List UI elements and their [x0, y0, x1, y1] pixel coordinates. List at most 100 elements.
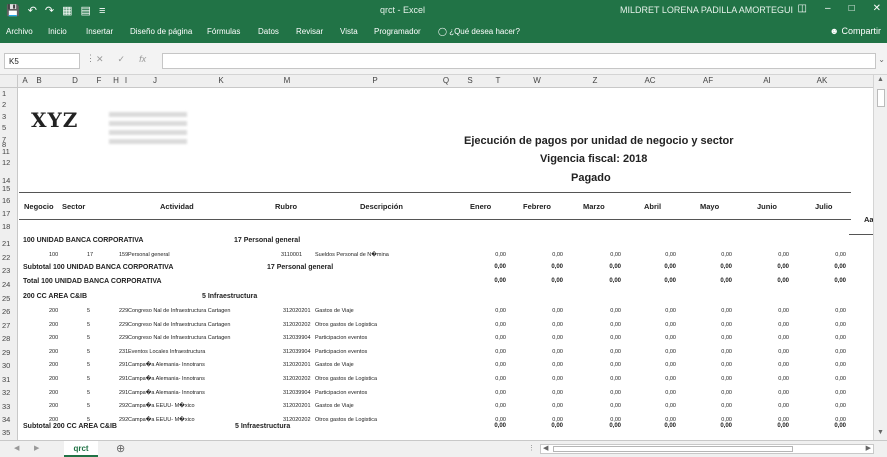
tab-split-handle[interactable]: ⋮: [528, 444, 535, 452]
row-header[interactable]: 15: [0, 184, 17, 193]
prev-sheet-icon[interactable]: ◀: [14, 444, 19, 452]
row-header[interactable]: 1: [0, 89, 17, 98]
share-button[interactable]: ☻ Compartir: [830, 26, 882, 36]
tab-revisar[interactable]: Revisar: [296, 27, 323, 36]
month-value: 0,00: [721, 321, 732, 328]
column-header[interactable]: I: [122, 76, 130, 85]
month-value: 0,00: [495, 252, 506, 258]
row-header[interactable]: 32: [0, 388, 17, 397]
name-box[interactable]: K5: [4, 53, 80, 69]
month-value: 0,00: [610, 308, 621, 314]
row-header[interactable]: 28: [0, 334, 17, 343]
column-header[interactable]: S: [464, 76, 476, 85]
month-value: 0,00: [665, 389, 676, 396]
month-value: 0,00: [720, 278, 732, 284]
row-header[interactable]: 12: [0, 158, 17, 167]
namebox-dropdown-icon[interactable]: ⋮: [86, 53, 95, 64]
row-header[interactable]: 34: [0, 415, 17, 424]
row-header[interactable]: 33: [0, 402, 17, 411]
horizontal-scrollbar[interactable]: ◀ ▶: [540, 444, 874, 454]
formula-input[interactable]: [162, 53, 876, 69]
row-header[interactable]: 24: [0, 280, 17, 289]
scroll-right-icon[interactable]: ▶: [866, 444, 871, 452]
minimize-icon[interactable]: –: [825, 3, 831, 14]
column-header[interactable]: AI: [760, 76, 774, 85]
row-header[interactable]: 3: [0, 112, 17, 121]
row-header[interactable]: 23: [0, 266, 17, 275]
worksheet-grid[interactable]: XYZ Ejecución de pagos por unidad de neg…: [19, 88, 873, 440]
tab-inicio[interactable]: Inicio: [48, 27, 67, 36]
row-header[interactable]: 17: [0, 209, 17, 218]
month-value: 0,00: [835, 335, 846, 342]
column-header[interactable]: Q: [440, 76, 452, 85]
row-header[interactable]: 16: [0, 196, 17, 205]
month-value: 0,00: [834, 278, 846, 284]
row-header[interactable]: 18: [0, 222, 17, 231]
row-header[interactable]: 25: [0, 294, 17, 303]
vertical-scroll-thumb[interactable]: [877, 89, 885, 107]
column-header[interactable]: J: [148, 76, 162, 85]
column-header[interactable]: M: [280, 76, 294, 85]
add-sheet-icon[interactable]: ⊕: [116, 442, 125, 455]
tab-insertar[interactable]: Insertar: [86, 27, 113, 36]
scroll-up-icon[interactable]: ▲: [877, 76, 884, 83]
tab-diseno-pagina[interactable]: Diseño de página: [130, 27, 192, 36]
row-header[interactable]: 29: [0, 348, 17, 357]
customize-qat-icon[interactable]: ≡: [99, 3, 105, 19]
insert-function-icon[interactable]: fx: [139, 54, 146, 65]
select-all-corner[interactable]: [0, 75, 18, 88]
expand-formula-icon[interactable]: ⌄: [878, 55, 885, 64]
print-preview-icon[interactable]: ▤: [81, 3, 91, 19]
column-header[interactable]: AK: [814, 76, 830, 85]
column-header[interactable]: B: [32, 76, 46, 85]
row-header[interactable]: 30: [0, 361, 17, 370]
column-header[interactable]: K: [214, 76, 228, 85]
column-header[interactable]: A: [20, 76, 30, 85]
tell-me-search[interactable]: ◯ ¿Qué desea hacer?: [438, 27, 520, 36]
detail-descripcion: Otros gastos de Logistica: [315, 416, 378, 423]
column-header[interactable]: H: [112, 76, 120, 85]
column-header[interactable]: D: [68, 76, 82, 85]
redo-icon[interactable]: ↷: [45, 3, 54, 19]
month-value: 0,00: [610, 252, 621, 258]
column-header[interactable]: T: [492, 76, 504, 85]
column-header[interactable]: Z: [588, 76, 602, 85]
cancel-icon[interactable]: ✕: [96, 54, 104, 65]
row-header[interactable]: 26: [0, 307, 17, 316]
ribbon-display-icon[interactable]: ◫: [798, 3, 807, 14]
row-header[interactable]: 35: [0, 428, 17, 437]
row-header[interactable]: 31: [0, 375, 17, 384]
user-name[interactable]: MILDRET LORENA PADILLA AMORTEGUI: [620, 5, 793, 15]
column-header[interactable]: F: [94, 76, 104, 85]
column-header[interactable]: P: [368, 76, 382, 85]
form-icon[interactable]: ▦: [62, 3, 72, 19]
undo-icon[interactable]: ↶: [28, 3, 37, 19]
row-header[interactable]: 5: [0, 123, 17, 132]
sheet-tab-qrct[interactable]: qrct: [64, 441, 98, 457]
scroll-left-icon[interactable]: ◀: [543, 444, 548, 452]
month-value: 0,00: [835, 416, 846, 423]
tab-programador[interactable]: Programador: [374, 27, 421, 36]
tab-vista[interactable]: Vista: [340, 27, 358, 36]
scroll-down-icon[interactable]: ▼: [877, 429, 884, 436]
row-header[interactable]: 22: [0, 253, 17, 262]
row-header[interactable]: 11: [0, 147, 17, 156]
row-header[interactable]: 21: [0, 239, 17, 248]
enter-icon[interactable]: ✓: [118, 54, 126, 65]
close-icon[interactable]: ✕: [873, 3, 881, 14]
column-header[interactable]: AC: [642, 76, 658, 85]
row-header[interactable]: 27: [0, 321, 17, 330]
tab-formulas[interactable]: Fórmulas: [207, 27, 240, 36]
save-icon[interactable]: 💾: [6, 3, 20, 19]
tab-datos[interactable]: Datos: [258, 27, 279, 36]
month-value: 0,00: [495, 416, 506, 423]
row-header[interactable]: 2: [0, 100, 17, 109]
maximize-icon[interactable]: □: [849, 3, 855, 14]
horizontal-scroll-thumb[interactable]: [553, 446, 793, 452]
tab-archivo[interactable]: Archivo: [6, 27, 33, 36]
month-value: 0,00: [552, 321, 563, 328]
column-header[interactable]: AF: [700, 76, 716, 85]
next-sheet-icon[interactable]: ▶: [34, 444, 39, 452]
column-header[interactable]: W: [530, 76, 544, 85]
vertical-scrollbar[interactable]: ▲ ▼: [873, 75, 887, 440]
